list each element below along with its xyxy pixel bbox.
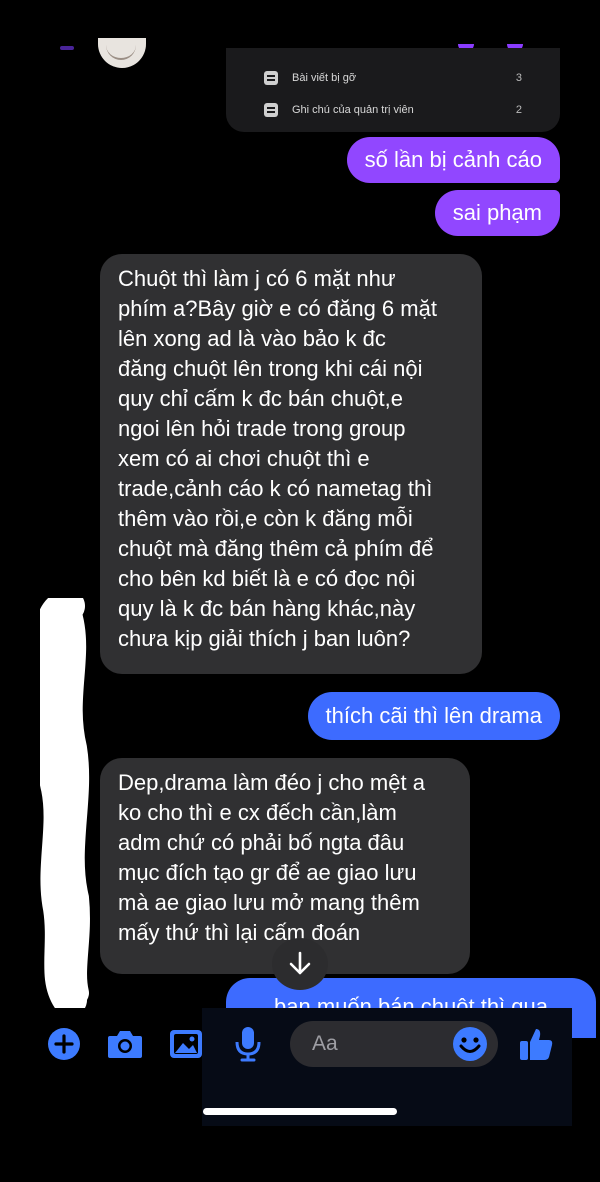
sent-message[interactable]: số lần bị cảnh cáo (346, 137, 560, 183)
admin-notes-count: 2 (515, 104, 522, 116)
removed-posts-count: 3 (515, 72, 522, 84)
scroll-to-bottom-button[interactable] (272, 938, 328, 990)
arrow-down-icon (289, 951, 311, 975)
camera-button[interactable] (105, 1024, 145, 1064)
redaction-scribble (40, 598, 90, 1008)
sent-message[interactable]: thích cãi thì lên drama (307, 692, 560, 740)
microphone-icon (235, 1027, 261, 1062)
sent-message[interactable]: sai phạm (434, 190, 560, 236)
like-button[interactable] (516, 1024, 556, 1064)
camera-icon (108, 1031, 142, 1058)
microphone-button[interactable] (228, 1024, 268, 1064)
received-message[interactable]: Chuột thì làm j có 6 mặt như phím a?Bây … (100, 254, 482, 674)
admin-notes-row: Ghi chú của quản trị viên 2 (264, 98, 522, 122)
plus-button[interactable] (44, 1024, 84, 1064)
removed-posts-row: Bài viết bị gỡ 3 (264, 66, 522, 90)
admin-notes-label: Ghi chú của quản trị viên (292, 104, 414, 116)
home-indicator[interactable] (203, 1108, 397, 1115)
thumbs-up-icon (520, 1029, 553, 1060)
removed-posts-label: Bài viết bị gỡ (292, 72, 357, 84)
avatar (98, 38, 146, 68)
gallery-icon (170, 1030, 202, 1058)
plus-icon (48, 1028, 80, 1060)
message-composer: Aa (0, 1008, 600, 1080)
cut-off-element (60, 46, 74, 50)
gallery-button[interactable] (166, 1024, 206, 1064)
shared-admin-stats-card[interactable]: Bài viết bị gỡ 3 Ghi chú của quản trị vi… (226, 48, 560, 132)
notes-icon (264, 103, 278, 117)
document-icon (264, 71, 278, 85)
message-input-placeholder: Aa (312, 1032, 338, 1055)
emoji-icon[interactable] (452, 1026, 488, 1062)
